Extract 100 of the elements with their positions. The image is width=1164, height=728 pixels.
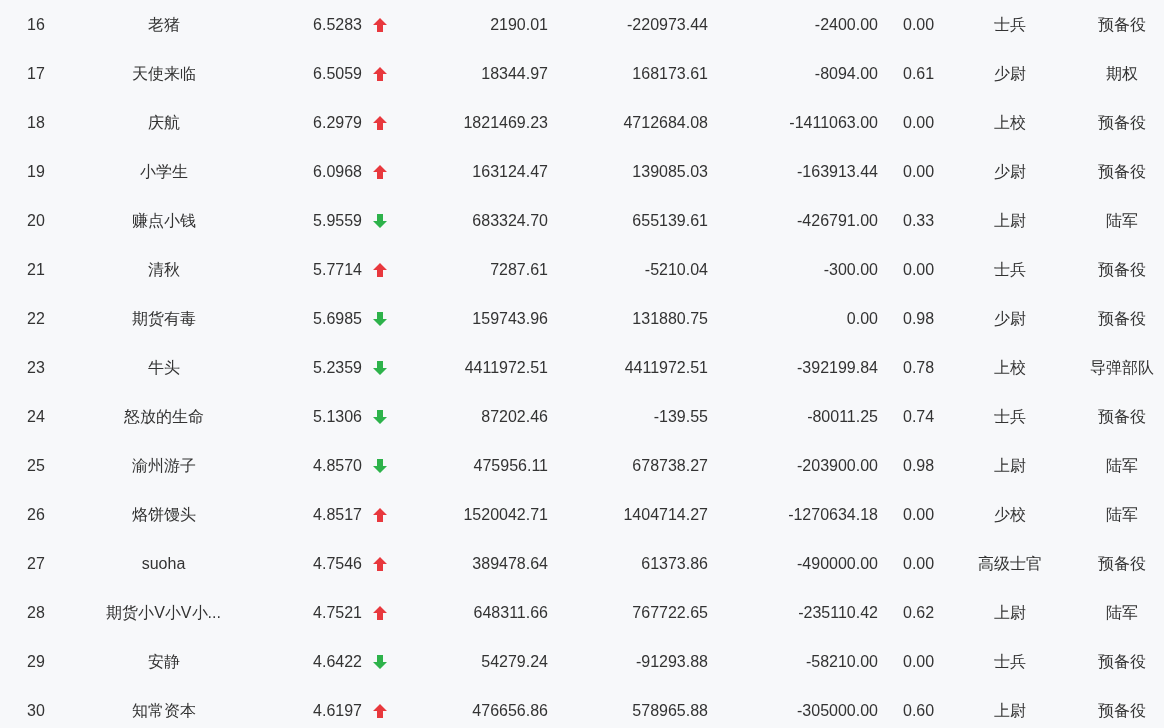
table-cell-text: 678738.27 (632, 455, 708, 476)
rank-title: 士兵 (994, 259, 1026, 280)
unit-name: 期权 (1106, 63, 1138, 84)
unit-name: 导弹部队 (1090, 357, 1154, 378)
user-name: 安静 (147, 651, 180, 672)
rank-title: 士兵 (994, 14, 1026, 35)
unit-name: 预备役 (1098, 553, 1146, 574)
score-value: 5.2359 (313, 357, 362, 378)
table-cell-text: 4712684.08 (623, 112, 708, 133)
table-cell-text: -163913.44 (797, 161, 878, 182)
rank-number: 29 (27, 651, 45, 672)
table-cell-text: -139.55 (653, 406, 708, 427)
table-cell-text: -203900.00 (797, 455, 878, 476)
rank-title: 上校 (994, 112, 1026, 133)
rank-title: 上尉 (994, 210, 1026, 231)
table-cell-text: -2400.00 (814, 14, 878, 35)
unit-name: 陆军 (1106, 455, 1138, 476)
rank-title: 上校 (994, 357, 1026, 378)
user-name: 天使来临 (131, 63, 196, 84)
rank-number: 26 (27, 504, 45, 525)
rank-title: 少尉 (994, 161, 1026, 182)
score-value: 6.2979 (313, 112, 362, 133)
rank-title: 少尉 (994, 63, 1026, 84)
rank-number: 30 (27, 700, 45, 721)
table-cell-text: 0.78 (903, 357, 935, 378)
table-cell-text: 0.98 (903, 308, 935, 329)
user-name: 老猪 (147, 14, 180, 35)
table-cell-text: 767722.65 (632, 602, 708, 623)
table-cell-text: 0.00 (903, 504, 935, 525)
table-cell-text: -490000.00 (797, 553, 878, 574)
table-cell-text: -235110.42 (798, 602, 878, 623)
table-cell-text: 0.00 (903, 259, 935, 280)
unit-name: 陆军 (1106, 504, 1138, 525)
rank-number: 19 (27, 161, 45, 182)
table-cell-text: 648311.66 (473, 602, 548, 623)
table-cell-text: 0.00 (903, 651, 935, 672)
table-cell-text: -305000.00 (797, 700, 878, 721)
table-cell-text: 389478.64 (472, 553, 548, 574)
user-name: 赚点小钱 (131, 210, 196, 231)
unit-name: 预备役 (1098, 259, 1146, 280)
rank-title: 上尉 (994, 455, 1026, 476)
table-cell-text: -300.00 (823, 259, 878, 280)
user-name: 渝州游子 (131, 455, 196, 476)
table-cell-text: 475956.11 (473, 455, 548, 476)
table-cell-text: 87202.46 (481, 406, 548, 427)
table-cell-text: 139085.03 (632, 161, 708, 182)
rank-title: 上尉 (994, 602, 1026, 623)
score-value: 6.5283 (313, 14, 362, 35)
rank-number: 23 (27, 357, 45, 378)
table-cell-text: 61373.86 (641, 553, 708, 574)
score-value: 5.1306 (313, 406, 362, 427)
rank-title: 上尉 (994, 700, 1026, 721)
table-cell-text: -1270634.18 (788, 504, 878, 525)
rank-number: 21 (27, 259, 45, 280)
table-cell-text: 131880.75 (632, 308, 708, 329)
table-cell-text: -58210.00 (805, 651, 878, 672)
table-cell-text: 7287.61 (490, 259, 548, 280)
user-name: 期货有毒 (131, 308, 196, 329)
table-cell-text: 159743.96 (472, 308, 548, 329)
score-value: 5.6985 (313, 308, 362, 329)
table-cell-text: 476656.86 (472, 700, 548, 721)
user-name: 怒放的生命 (123, 406, 204, 427)
table-cell-text: 578965.88 (632, 700, 708, 721)
unit-name: 预备役 (1098, 14, 1146, 35)
table-cell-text: 0.00 (903, 553, 935, 574)
unit-name: 预备役 (1098, 161, 1146, 182)
table-cell-text: 0.98 (903, 455, 935, 476)
table-cell-text: 1404714.27 (623, 504, 708, 525)
table-cell-text: -392199.84 (797, 357, 878, 378)
score-value: 6.5059 (313, 63, 362, 84)
table-cell-text: 655139.61 (632, 210, 708, 231)
table-cell-text: 0.00 (903, 14, 935, 35)
score-value: 5.7714 (313, 259, 362, 280)
unit-name: 陆军 (1106, 602, 1138, 623)
score-value: 4.7521 (313, 602, 362, 623)
user-name: 牛头 (147, 357, 180, 378)
user-name: 知常资本 (131, 700, 196, 721)
unit-name: 预备役 (1098, 406, 1146, 427)
table-cell-text: 0.60 (903, 700, 935, 721)
score-value: 6.0968 (313, 161, 362, 182)
table-cell-text: -1411063.00 (789, 112, 878, 133)
unit-name: 陆军 (1106, 210, 1138, 231)
unit-name: 预备役 (1098, 651, 1146, 672)
table-cell-text: 0.00 (846, 308, 878, 329)
rank-number: 17 (27, 63, 45, 84)
rank-number: 28 (27, 602, 45, 623)
score-value: 4.8517 (313, 504, 362, 525)
unit-name: 预备役 (1098, 700, 1146, 721)
rank-number: 27 (27, 553, 45, 574)
rank-title: 高级士官 (978, 553, 1042, 574)
table-cell-text: 0.00 (903, 112, 935, 133)
score-value: 5.9559 (313, 210, 362, 231)
rank-number: 20 (27, 210, 45, 231)
table-cell-text: 4411972.51 (464, 357, 548, 378)
rank-number: 16 (27, 14, 45, 35)
score-value: 4.8570 (313, 455, 362, 476)
rank-number: 25 (27, 455, 45, 476)
table-cell-text: 0.61 (903, 63, 935, 84)
rank-number: 22 (27, 308, 45, 329)
table-cell-text: 163124.47 (472, 161, 548, 182)
